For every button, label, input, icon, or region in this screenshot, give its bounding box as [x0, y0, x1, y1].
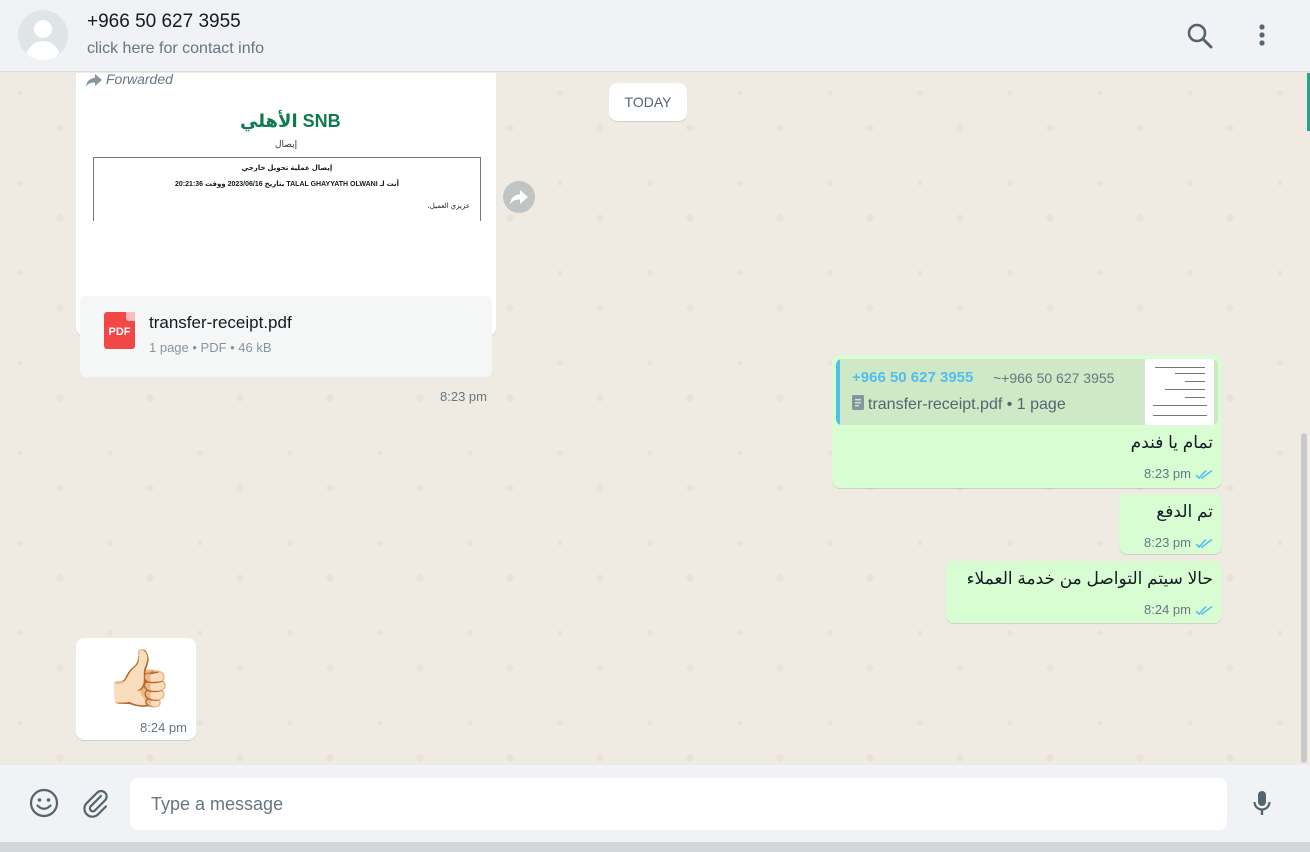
- quoted-file: transfer-receipt.pdf • 1 page: [852, 395, 1066, 414]
- chat-scrollbar[interactable]: [1301, 433, 1307, 763]
- message-reply[interactable]: +966 50 627 3955 ~+966 50 627 3955 trans…: [832, 355, 1222, 488]
- message-composer[interactable]: [0, 765, 1310, 842]
- preview-line-3: عزيزي العميل،: [427, 203, 470, 210]
- search-icon[interactable]: [1184, 20, 1216, 52]
- avatar-head: [34, 20, 52, 38]
- message-status: 8:23 pm: [1144, 466, 1213, 481]
- message-input[interactable]: [130, 778, 1227, 830]
- message-status: 8:23 pm: [1144, 535, 1213, 550]
- thumbs-up-emoji: 👍🏻: [104, 646, 174, 709]
- quoted-file-text: transfer-receipt.pdf • 1 page: [868, 396, 1066, 413]
- bank-logo: الأهلي SNB: [240, 111, 341, 131]
- message-emoji[interactable]: 👍🏻 8:24 pm: [76, 638, 196, 740]
- message-time: 8:23 pm: [1144, 466, 1191, 481]
- file-attachment-card[interactable]: PDF transfer-receipt.pdf 1 page • PDF • …: [80, 296, 492, 377]
- forwarded-label: Forwarded: [86, 73, 173, 87]
- message-text: تمام يا فندم: [1130, 433, 1213, 452]
- message-forwarded-document[interactable]: Forwarded الأهلي SNB إيصال إيصال عملية ت…: [76, 73, 496, 404]
- quoted-message[interactable]: +966 50 627 3955 ~+966 50 627 3955 trans…: [836, 359, 1218, 425]
- contact-info-link[interactable]: click here for contact info: [87, 40, 264, 58]
- preview-line-1: إيصال عملية تحويل خارجي: [241, 165, 333, 172]
- chat-header[interactable]: +966 50 627 3955 click here for contact …: [0, 0, 1310, 72]
- contact-avatar[interactable]: [18, 10, 68, 60]
- message-text: حالا سيتم التواصل من خدمة العملاء: [966, 569, 1213, 588]
- message-outgoing[interactable]: تم الدفع 8:23 pm: [1119, 494, 1222, 554]
- file-meta: 1 page • PDF • 46 kB: [149, 340, 272, 355]
- forward-button[interactable]: [503, 181, 535, 213]
- message-time: 8:24 pm: [140, 720, 187, 735]
- message-list[interactable]: TODAY Forwarded الأهلي SNB إيصال إيصال ع…: [0, 73, 1310, 765]
- message-time: 8:24 pm: [1144, 602, 1191, 617]
- emoji-icon[interactable]: [28, 787, 60, 819]
- message-time: 8:23 pm: [1144, 535, 1191, 550]
- preview-document-frame: إيصال عملية تحويل خارجي أنت لـ TALAL GHA…: [93, 157, 481, 221]
- forwarded-text: Forwarded: [106, 73, 173, 87]
- double-check-icon: [1195, 538, 1213, 549]
- avatar-body: [26, 41, 60, 60]
- paperclip-icon[interactable]: [79, 787, 111, 819]
- double-check-icon: [1195, 469, 1213, 480]
- message-outgoing[interactable]: حالا سيتم التواصل من خدمة العملاء 8:24 p…: [946, 561, 1222, 623]
- document-icon: [852, 395, 864, 410]
- quoted-thumbnail: [1144, 359, 1214, 425]
- microphone-icon[interactable]: [1246, 787, 1278, 819]
- forward-icon: [510, 190, 528, 205]
- document-preview[interactable]: الأهلي SNB إيصال إيصال عملية تحويل خارجي…: [80, 91, 492, 221]
- contact-name[interactable]: +966 50 627 3955: [87, 11, 241, 33]
- message-time: 8:23 pm: [440, 389, 487, 404]
- preview-line-2: أنت لـ TALAL GHAYYATH OLWANI بتاريخ 2023…: [174, 181, 400, 188]
- window-bottom-strip: [0, 842, 1310, 852]
- message-status: 8:24 pm: [1144, 602, 1213, 617]
- double-check-icon: [1195, 605, 1213, 616]
- forward-icon: [86, 73, 102, 87]
- pdf-file-icon: PDF: [104, 312, 135, 349]
- date-divider: TODAY: [609, 83, 687, 121]
- message-text: تم الدفع: [1156, 502, 1213, 521]
- quoted-sender: +966 50 627 3955: [852, 369, 974, 386]
- quoted-sender-alt: ~+966 50 627 3955: [993, 370, 1115, 386]
- file-name: transfer-receipt.pdf: [149, 313, 292, 332]
- quote-accent-bar: [836, 359, 840, 425]
- preview-subtitle: إيصال: [275, 139, 298, 149]
- kebab-menu-icon[interactable]: [1246, 20, 1278, 52]
